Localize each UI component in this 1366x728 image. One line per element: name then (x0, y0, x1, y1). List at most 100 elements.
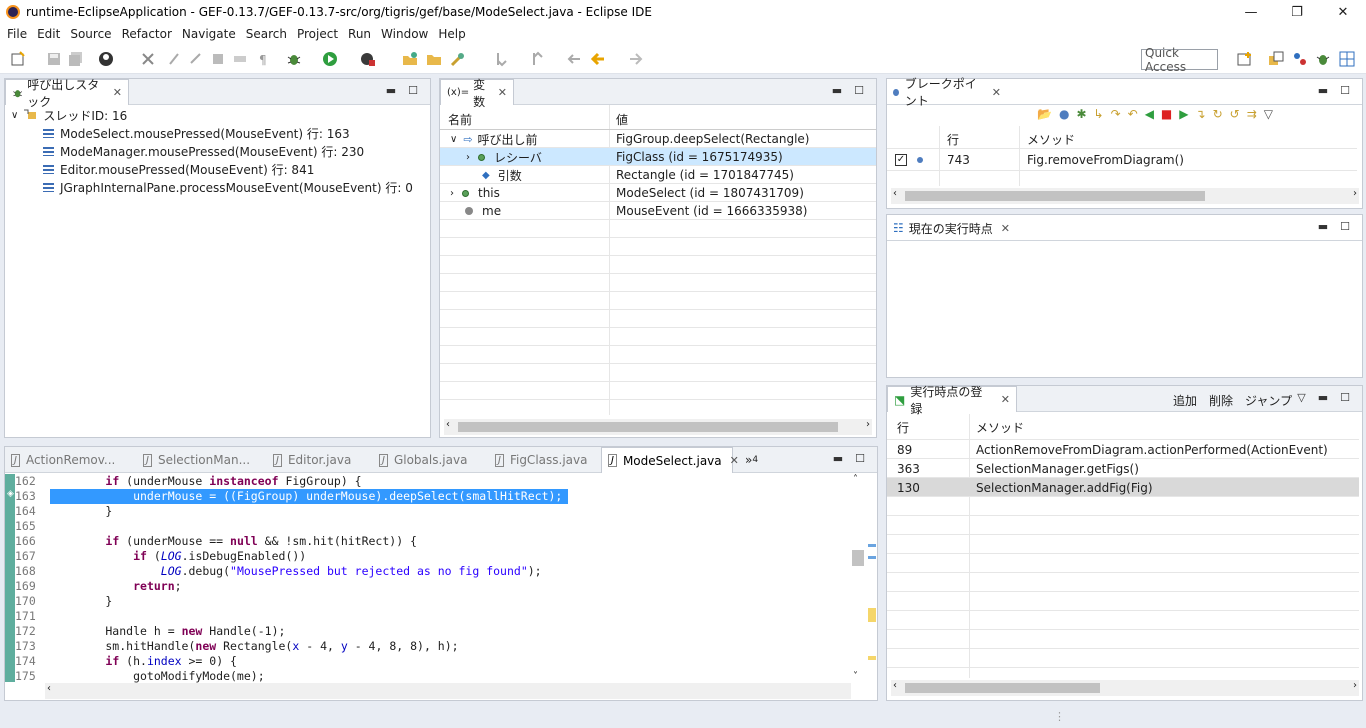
stop-icon[interactable]: ■ (1161, 107, 1172, 121)
save-icon[interactable] (46, 51, 62, 67)
open-folder-icon[interactable] (426, 51, 442, 67)
use-step-filters-icon[interactable]: ⇉ (1247, 107, 1257, 121)
maximize-icon[interactable]: ☐ (854, 84, 864, 97)
breakpoint-row[interactable]: ✓ (895, 151, 923, 169)
editor-tab[interactable]: J Globals.java (373, 447, 477, 473)
layout-perspective-icon[interactable] (1339, 51, 1355, 67)
menu-item-file[interactable]: File (7, 27, 27, 41)
variable-row[interactable]: me (465, 202, 501, 220)
column-header-method[interactable]: メソッド (976, 419, 1024, 436)
menu-item-edit[interactable]: Edit (37, 27, 60, 41)
minimize-icon[interactable]: ▬ (1318, 220, 1328, 233)
menu-item-refactor[interactable]: Refactor (122, 27, 172, 41)
tab-current-point[interactable]: ☷ 現在の実行時点 ✕ (887, 215, 1017, 241)
expand-chevron-icon[interactable]: › (466, 152, 470, 163)
quick-access-input[interactable]: Quick Access (1141, 46, 1218, 74)
new-icon[interactable] (10, 51, 26, 67)
scrollbar-thumb[interactable] (905, 683, 1100, 693)
tab-callstack[interactable]: 呼び出しスタック ✕ (5, 78, 129, 109)
expand-chevron-icon[interactable]: › (450, 188, 454, 199)
open-perspective-icon[interactable] (1237, 51, 1253, 67)
breakpoint-marker-icon[interactable]: ◈ (7, 489, 14, 499)
registered-line[interactable]: 89 (897, 441, 912, 459)
terminate-icon[interactable] (210, 51, 226, 67)
close-tab-icon[interactable]: ✕ (498, 86, 507, 99)
skip-icon[interactable] (166, 51, 182, 67)
expand-chevron-icon[interactable]: ∨ (11, 110, 18, 121)
stack-frame[interactable]: Editor.mousePressed(MouseEvent) 行: 841 (43, 160, 314, 178)
scroll-right-icon[interactable]: › (866, 419, 870, 430)
edit-icon[interactable] (188, 51, 204, 67)
stack-frame[interactable]: JGraphInternalPane.processMouseEvent(Mou… (43, 178, 413, 196)
expand-chevron-icon[interactable]: ∨ (450, 134, 457, 145)
close-tab-icon[interactable]: ✕ (1001, 393, 1010, 406)
new-package-icon[interactable] (402, 51, 418, 67)
scrollbar-thumb[interactable] (458, 422, 838, 432)
open-icon[interactable]: 📂 (1037, 107, 1052, 121)
menu-item-project[interactable]: Project (297, 27, 338, 41)
close-tab-icon[interactable]: ✕ (1001, 222, 1010, 235)
registered-method[interactable]: SelectionManager.addFig(Fig) (976, 479, 1153, 497)
delete-button[interactable]: 削除 (1209, 392, 1233, 409)
variable-row[interactable]: › this (450, 184, 500, 202)
drop-frame-icon[interactable]: ↺ (1230, 107, 1240, 121)
debug-icon[interactable] (286, 51, 302, 67)
scrollbar-thumb[interactable] (905, 191, 1205, 201)
scroll-right-icon[interactable]: › (1353, 680, 1357, 691)
close-tab-icon[interactable]: ✕ (992, 86, 1001, 99)
forward-icon[interactable] (628, 51, 644, 67)
maximize-icon[interactable]: ☐ (855, 452, 865, 465)
scroll-left-icon[interactable]: ‹ (446, 419, 450, 430)
tab-variables[interactable]: (x)= 変数 ✕ (440, 78, 514, 109)
scrollbar-thumb[interactable] (852, 550, 864, 566)
column-header-value[interactable]: 値 (616, 111, 628, 128)
prev-annotation-icon[interactable] (530, 51, 546, 67)
external-tools-icon[interactable] (360, 51, 376, 67)
maximize-icon[interactable]: ☐ (1340, 391, 1350, 404)
debug-perspective-icon[interactable] (1315, 51, 1331, 67)
view-menu-icon[interactable]: ▽ (1297, 391, 1305, 404)
jump-button[interactable]: ジャンプ (1245, 392, 1292, 409)
back-icon[interactable] (590, 51, 606, 67)
menu-item-window[interactable]: Window (381, 27, 428, 41)
close-button[interactable]: ✕ (1320, 0, 1366, 24)
editor-tab[interactable]: J FigClass.java (489, 447, 589, 473)
git-perspective-icon[interactable] (1292, 51, 1308, 67)
step-over-icon[interactable]: ↷ (1111, 107, 1121, 121)
scroll-left-icon[interactable]: ‹ (893, 188, 897, 199)
search-tool-icon[interactable] (450, 51, 466, 67)
last-edit-icon[interactable] (566, 51, 582, 67)
menu-item-navigate[interactable]: Navigate (182, 27, 236, 41)
resume-back-icon[interactable]: ◀ (1145, 107, 1154, 121)
step-return-icon[interactable]: ↶ (1128, 107, 1138, 121)
stack-frame[interactable]: ModeSelect.mousePressed(MouseEvent) 行: 1… (43, 124, 350, 142)
column-header-name[interactable]: 名前 (448, 111, 472, 128)
maximize-icon[interactable]: ☐ (1340, 220, 1350, 233)
horizontal-scrollbar[interactable]: ‹ › (891, 188, 1359, 204)
menu-item-help[interactable]: Help (438, 27, 465, 41)
step-forward-icon[interactable]: ↴ (1196, 107, 1206, 121)
editor-tab[interactable]: J Editor.java (267, 447, 359, 473)
code-editor[interactable]: if (underMouse instanceof FigGroup) { un… (50, 474, 562, 684)
column-header-method[interactable]: メソッド (1027, 131, 1075, 148)
menu-item-source[interactable]: Source (70, 27, 111, 41)
run-icon[interactable] (322, 51, 338, 67)
minimize-icon[interactable]: ▬ (1318, 84, 1328, 97)
add-button[interactable]: 追加 (1173, 392, 1197, 409)
editor-tab[interactable]: J ActionRemov... (5, 447, 123, 473)
registered-line[interactable]: 130 (897, 479, 920, 497)
next-annotation-icon[interactable] (494, 51, 510, 67)
registered-line[interactable]: 363 (897, 460, 920, 478)
vertical-scrollbar[interactable]: ˄ ˅ (851, 474, 865, 682)
horizontal-scrollbar[interactable]: ‹ (45, 683, 851, 699)
checkbox[interactable]: ✓ (895, 154, 907, 166)
editor-tab[interactable]: J SelectionMan... (137, 447, 255, 473)
minimize-button[interactable]: — (1228, 0, 1274, 24)
registered-method[interactable]: SelectionManager.getFigs() (976, 460, 1139, 478)
java-perspective-icon[interactable] (1268, 51, 1284, 67)
minimize-icon[interactable]: ▬ (832, 84, 842, 97)
scroll-left-icon[interactable]: ‹ (47, 683, 51, 694)
horizontal-scrollbar[interactable]: ‹ › (891, 680, 1359, 696)
column-header-line[interactable]: 行 (897, 419, 909, 436)
tab-registered-points[interactable]: ⬔ 実行時点の登録 ✕ (887, 385, 1017, 416)
